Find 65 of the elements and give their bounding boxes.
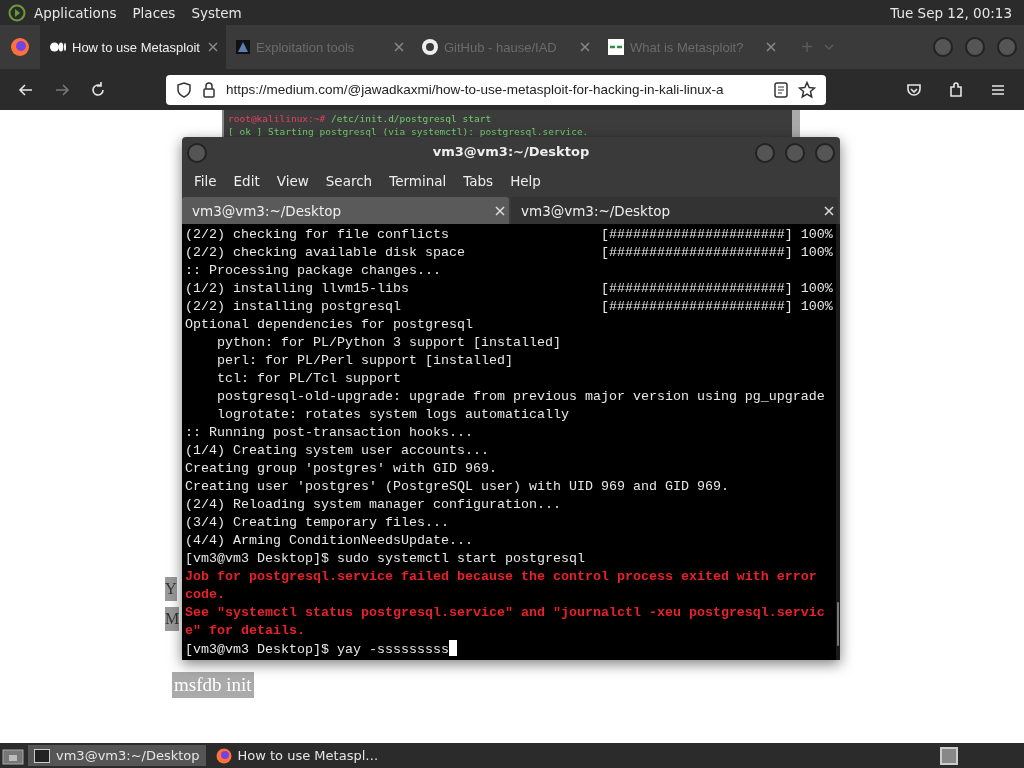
text-fragment: Y xyxy=(165,577,177,601)
prompt-line: [vm3@vm3 Desktop]$ yay -sssssssss xyxy=(185,642,449,657)
code-line: [ ok ] Starting postgresql (via systemctl): postgresql.service. xyxy=(228,125,590,138)
browser-tab[interactable]: How to use Metasploit xyxy=(40,25,226,69)
shield-icon[interactable] xyxy=(176,81,192,98)
terminal-tab[interactable]: vm3@vm3:~/Desktop xyxy=(511,197,838,224)
output-line: postgresql-old-upgrade: upgrade from previous major version using pg_upgrade xyxy=(216,388,826,406)
terminal-icon xyxy=(34,748,50,763)
window-title: vm3@vm3:~/Desktop xyxy=(432,143,590,159)
output-line: [vm3@vm3 Desktop]$ sudo systemctl start postgresql xyxy=(185,550,586,568)
error-line: code. xyxy=(185,586,226,604)
clock[interactable]: Tue Sep 12, 00:13 xyxy=(890,4,1016,21)
output-line: (3/4) Creating temporary files... xyxy=(185,514,450,532)
code-line: root@kalilinux:~# /etc/init.d/postgresql start xyxy=(228,112,493,125)
logo-icon[interactable] xyxy=(8,3,26,22)
output-line: (2/2) checking available disk space [######################] 100% xyxy=(185,244,833,262)
error-line: e" for details. xyxy=(185,622,306,640)
error-line: Job for postgresql.service failed because the control process exited with error xyxy=(185,568,818,586)
menu-item[interactable]: Help xyxy=(502,173,550,189)
fox-icon[interactable] xyxy=(10,37,30,57)
lock-icon[interactable] xyxy=(202,81,216,98)
taskbar-item[interactable]: vm3@vm3:~/Desktop xyxy=(28,745,206,766)
output-line: (1/4) Creating system user accounts... xyxy=(185,442,490,460)
menu-item[interactable]: File xyxy=(186,173,226,189)
taskbar-item[interactable]: How to use Metaspl… xyxy=(209,745,385,766)
workspace-switcher[interactable] xyxy=(940,746,958,765)
output-line: python: for PL/Python 3 support [installed] xyxy=(216,334,562,352)
reload-icon[interactable] xyxy=(89,80,107,99)
panel-menu[interactable]: System xyxy=(183,4,250,21)
output-line: perl: for PL/Perl support [installed] xyxy=(216,352,514,370)
output-line: (2/2) installing postgresql [######################] 100% xyxy=(185,298,833,316)
output-line: Creating group 'postgres' with GID 969. xyxy=(185,460,498,478)
output-line: (2/2) checking for file conflicts [######################] 100% xyxy=(185,226,833,244)
menu-item[interactable]: View xyxy=(268,173,318,189)
menu-item[interactable]: Edit xyxy=(225,173,269,189)
reader-icon[interactable] xyxy=(774,81,788,98)
menu-item[interactable]: Search xyxy=(317,173,382,189)
terminal-tab[interactable]: vm3@vm3:~/Desktop xyxy=(182,197,509,224)
output-line: :: Processing package changes... xyxy=(185,262,442,280)
cursor xyxy=(448,640,457,656)
menu-item[interactable]: Terminal xyxy=(381,173,456,189)
close-icon[interactable] xyxy=(208,42,218,52)
address-bar[interactable]: https://medium.com/@jawadkaxmi/how-to-use-metasploit-for-hacking-in-kali-linux-a xyxy=(166,74,826,105)
output-line: logrotate: rotates system logs automatically xyxy=(216,406,570,424)
fox-icon xyxy=(215,747,232,764)
desktop-icon[interactable] xyxy=(2,746,24,765)
output-line: :: Running post-transaction hooks... xyxy=(185,424,474,442)
scrollbar[interactable] xyxy=(835,224,840,660)
output-line: tcl: for PL/Tcl support xyxy=(216,370,402,388)
text-fragment: M xyxy=(165,607,180,631)
error-line: See "systemctl status postgresql.service" and "journalctl -xeu postgresql.servic xyxy=(185,604,826,622)
logo-icon xyxy=(608,39,624,55)
puzzle-icon[interactable] xyxy=(947,80,965,99)
output-line: (1/2) installing llvm15-libs [######################] 100% xyxy=(185,280,833,298)
output-line: Creating user 'postgres' (PostgreSQL user) with UID 969 and GID 969. xyxy=(185,478,730,496)
output-line: (4/4) Arming ConditionNeedsUpdate... xyxy=(185,532,474,550)
highlighted-text: msfdb init xyxy=(172,672,254,698)
star-icon[interactable] xyxy=(798,80,816,99)
circles-icon xyxy=(50,42,66,52)
output-line: (2/4) Reloading system manager configuration... xyxy=(185,496,562,514)
output-line: Optional dependencies for postgresql xyxy=(185,316,474,334)
triangle-icon xyxy=(236,40,250,54)
menu-item[interactable]: Tabs xyxy=(455,173,503,189)
panel-menu[interactable]: Applications xyxy=(26,4,125,21)
panel-menu[interactable]: Places xyxy=(124,4,184,21)
